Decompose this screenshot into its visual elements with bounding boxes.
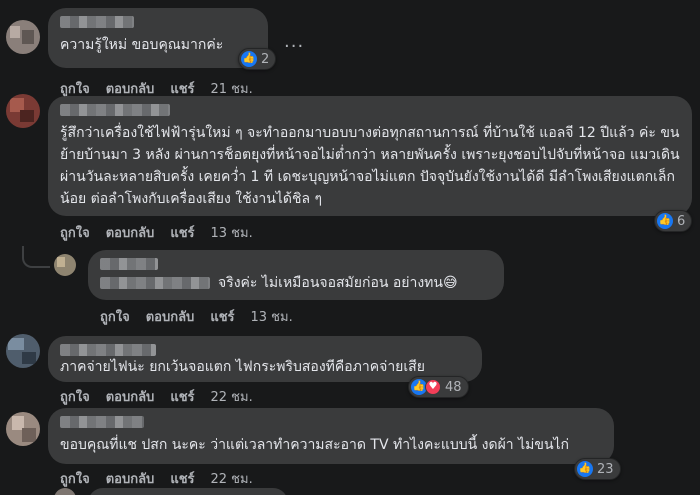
share-button[interactable]: แชร์ — [170, 222, 194, 243]
more-options-icon[interactable]: ··· — [284, 36, 304, 57]
reply-button[interactable]: ตอบกลับ — [106, 386, 155, 407]
author-name[interactable] — [60, 16, 134, 28]
reaction-summary[interactable]: 👍 23 — [574, 458, 621, 480]
comment-text: ขอบคุณที่แช ปสก นะคะ ว่าแต่เวลาทำความสะอ… — [60, 437, 570, 453]
reply-button[interactable]: ตอบกลับ — [146, 306, 195, 327]
reaction-summary[interactable]: 👍 2 — [238, 48, 277, 70]
timestamp[interactable]: 22 ชม. — [211, 468, 253, 489]
reaction-summary[interactable]: 👍 ♥ 48 — [408, 376, 469, 398]
author-name[interactable] — [60, 416, 144, 428]
like-button[interactable]: ถูกใจ — [100, 306, 130, 327]
comment-text: รู้สึกว่าเครื่องใช้ไฟฟ้ารุ่นใหม่ ๆ จะทำอ… — [60, 125, 680, 207]
like-button[interactable]: ถูกใจ — [60, 468, 90, 489]
author-name[interactable] — [100, 258, 158, 270]
reaction-count: 6 — [677, 213, 686, 229]
timestamp[interactable]: 22 ชม. — [211, 386, 253, 407]
timestamp[interactable]: 13 ชม. — [251, 306, 293, 327]
author-name[interactable] — [60, 344, 156, 356]
comment-bubble: ความรู้ใหม่ ขอบคุณมากค่ะ — [48, 8, 268, 68]
like-button[interactable]: ถูกใจ — [60, 222, 90, 243]
timestamp[interactable]: 13 ชม. — [211, 222, 253, 243]
reaction-count: 23 — [597, 461, 614, 477]
reply-button[interactable]: ตอบกลับ — [106, 222, 155, 243]
like-button[interactable]: ถูกใจ — [60, 386, 90, 407]
heart-icon: ♥ — [425, 379, 441, 395]
comment-bubble: จริงค่ะ ไม่เหมือนจอสมัยก่อน อย่างทน😅 — [88, 250, 504, 300]
comment-bubble: รู้สึกว่าเครื่องใช้ไฟฟ้ารุ่นใหม่ ๆ จะทำอ… — [48, 96, 692, 216]
reaction-summary[interactable]: 👍 6 — [654, 210, 693, 232]
comment-actions: ถูกใจ ตอบกลับ แชร์ 22 ชม. — [60, 468, 253, 489]
avatar[interactable] — [54, 254, 76, 276]
avatar[interactable] — [54, 488, 76, 495]
avatar[interactable] — [6, 412, 40, 446]
mentioned-user[interactable] — [100, 277, 210, 289]
thumbs-up-icon: 👍 — [241, 51, 257, 67]
comment-text: ความรู้ใหม่ ขอบคุณมากค่ะ — [60, 37, 224, 53]
share-button[interactable]: แชร์ — [210, 306, 234, 327]
thumbs-up-icon: 👍 — [657, 213, 673, 229]
thumbs-up-icon: 👍 — [577, 461, 593, 477]
avatar[interactable] — [6, 94, 40, 128]
comment-bubble: ขอบคุณที่แช ปสก นะคะ ว่าแต่เวลาทำความสะอ… — [48, 408, 614, 464]
author-name[interactable] — [60, 104, 170, 116]
comment-actions: ถูกใจ ตอบกลับ แชร์ 22 ชม. — [60, 386, 253, 407]
reply-button[interactable]: ตอบกลับ — [106, 468, 155, 489]
comment-bubble — [88, 488, 288, 495]
thread-line — [22, 246, 50, 268]
share-button[interactable]: แชร์ — [170, 468, 194, 489]
comment-actions: ถูกใจ ตอบกลับ แชร์ 13 ชม. — [100, 306, 293, 327]
comment-text: จริงค่ะ ไม่เหมือนจอสมัยก่อน อย่างทน😅 — [218, 275, 458, 291]
reaction-count: 48 — [445, 379, 462, 395]
comment-text: ภาคจ่ายไฟน่ะ ยกเว้นจอแตก ไฟกระพริบสองทีค… — [60, 359, 425, 375]
share-button[interactable]: แชร์ — [170, 386, 194, 407]
comment-actions: ถูกใจ ตอบกลับ แชร์ 13 ชม. — [60, 222, 253, 243]
avatar[interactable] — [6, 334, 40, 368]
avatar[interactable] — [6, 20, 40, 54]
reaction-count: 2 — [261, 51, 270, 67]
